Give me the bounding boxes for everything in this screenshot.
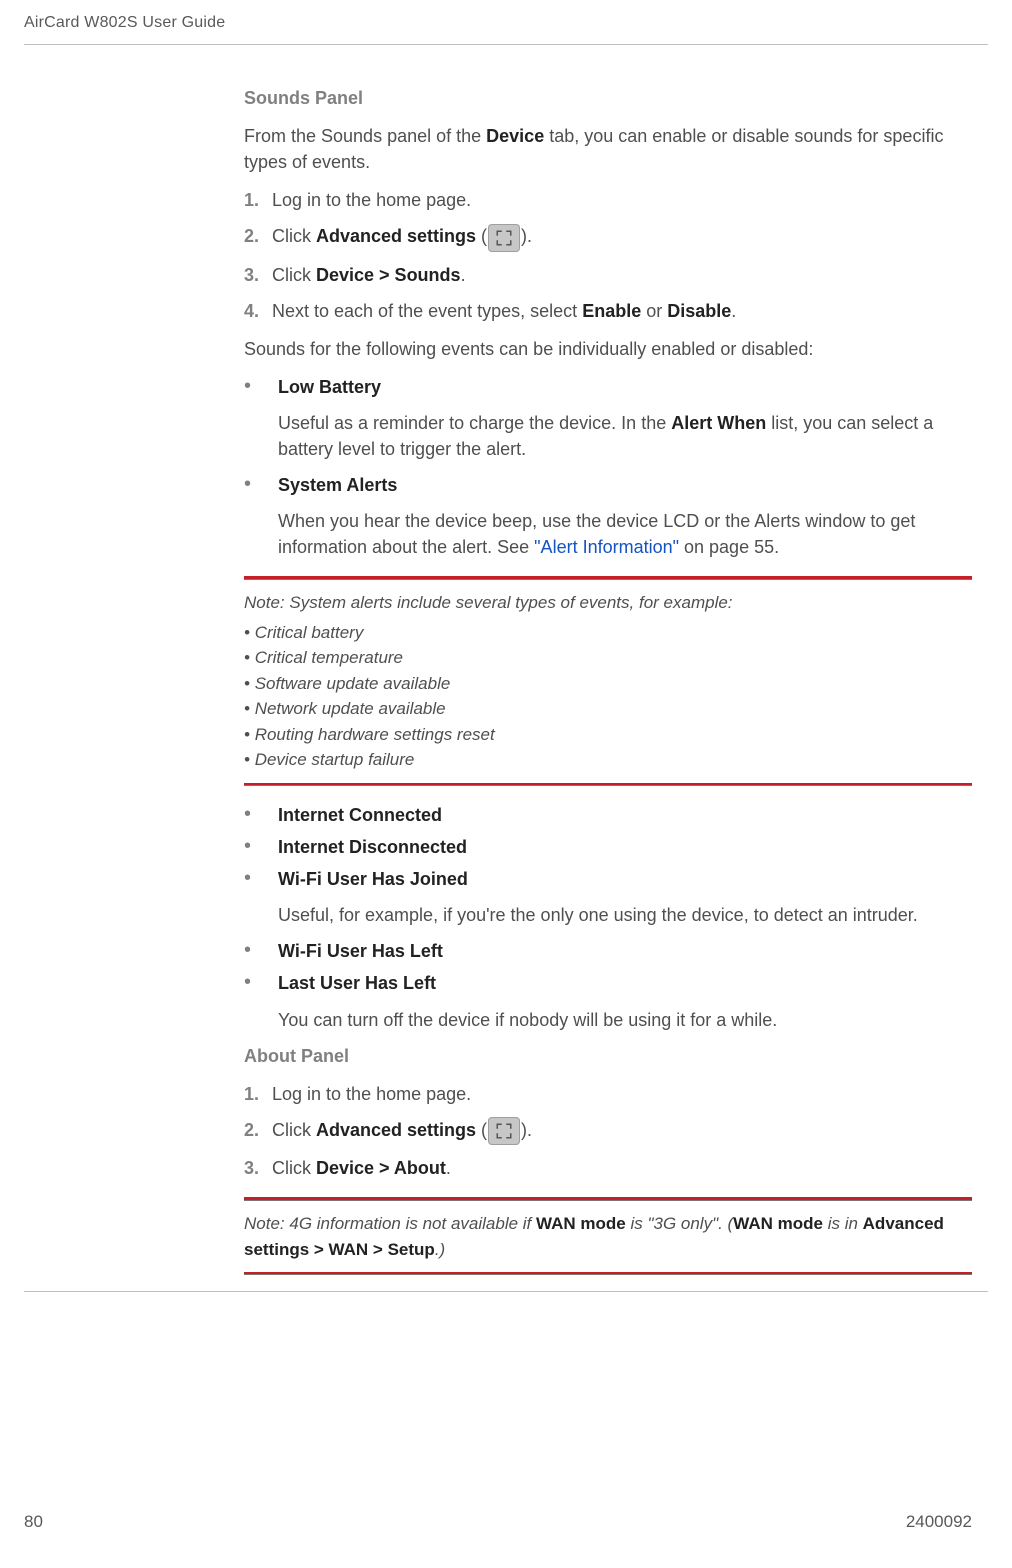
step-text: Log in to the home page.	[272, 187, 972, 213]
text: Next to each of the event types, select	[272, 301, 582, 321]
note-item: Routing hardware settings reset	[244, 722, 972, 748]
sounds-bullets-4: •Wi-Fi User Has Left •Last User Has Left	[244, 938, 972, 996]
expand-icon	[488, 1117, 520, 1145]
note-bottom-rule-sub	[244, 1274, 972, 1275]
bold-disable: Disable	[667, 301, 731, 321]
note-item: Software update available	[244, 671, 972, 697]
text: .	[446, 1158, 451, 1178]
page-number: 80	[24, 1512, 43, 1532]
text: Useful as a reminder to charge the devic…	[278, 413, 671, 433]
note-item: Critical temperature	[244, 645, 972, 671]
bullet-icon: •	[244, 802, 278, 826]
system-alerts-desc: When you hear the device beep, use the d…	[278, 508, 972, 560]
text: .	[461, 265, 466, 285]
note-text: System alerts include several types of e…	[289, 593, 732, 612]
last-user-left-desc: You can turn off the device if nobody wi…	[278, 1007, 972, 1033]
step-number: 2.	[244, 223, 272, 249]
bold-wan-mode: WAN mode	[536, 1214, 626, 1233]
step-text: Log in to the home page.	[272, 1081, 972, 1107]
note-item: Network update available	[244, 696, 972, 722]
step-text: Click Advanced settings ().	[272, 1117, 972, 1145]
step-text: Next to each of the event types, select …	[272, 298, 972, 324]
text: (	[476, 226, 487, 246]
sounds-bullets-2: • System Alerts	[244, 472, 972, 498]
bold-advanced-settings: Advanced settings	[316, 1120, 476, 1140]
bullet-icon: •	[244, 374, 278, 398]
note-item: Critical battery	[244, 620, 972, 646]
sounds-bullets-1: • Low Battery	[244, 374, 972, 400]
step-number: 1.	[244, 187, 272, 213]
running-header: AirCard W802S User Guide	[0, 0, 1012, 44]
low-battery-desc: Useful as a reminder to charge the devic…	[278, 410, 972, 462]
note-top-rule-sub	[244, 579, 972, 580]
bullet-system-alerts: System Alerts	[278, 475, 397, 495]
text: ).	[521, 226, 532, 246]
text: is in	[823, 1214, 863, 1233]
wifi-joined-desc: Useful, for example, if you're the only …	[278, 902, 972, 928]
note-about: Note: 4G information is not available if…	[244, 1211, 972, 1262]
step-text: Click Advanced settings ().	[272, 223, 972, 251]
sounds-heading: Sounds Panel	[244, 85, 972, 111]
bullet-internet-disconnected: Internet Disconnected	[278, 837, 467, 857]
step-number: 1.	[244, 1081, 272, 1107]
step-number: 2.	[244, 1117, 272, 1143]
note-top-rule-sub	[244, 1200, 972, 1201]
text: on page 55.	[679, 537, 779, 557]
bullet-low-battery: Low Battery	[278, 377, 381, 397]
step-number: 4.	[244, 298, 272, 324]
text: .	[731, 301, 736, 321]
footer-rule	[24, 1291, 988, 1292]
text: Click	[272, 265, 316, 285]
bullet-wifi-left: Wi-Fi User Has Left	[278, 941, 443, 961]
text: From the Sounds panel of the	[244, 126, 486, 146]
bold-enable: Enable	[582, 301, 641, 321]
text: Click	[272, 1158, 316, 1178]
bullet-icon: •	[244, 834, 278, 858]
sounds-steps: 1. Log in to the home page. 2. Click Adv…	[244, 187, 972, 324]
bullet-icon: •	[244, 472, 278, 496]
text: or	[641, 301, 667, 321]
bold-device: Device	[486, 126, 544, 146]
text: Click	[272, 226, 316, 246]
step-text: Click Device > About.	[272, 1155, 972, 1181]
note-bullets: Critical battery Critical temperature So…	[244, 620, 972, 773]
note-lead: Note:	[244, 593, 285, 612]
text: ).	[521, 1120, 532, 1140]
about-heading: About Panel	[244, 1043, 972, 1069]
bullet-icon: •	[244, 938, 278, 962]
bold-device-sounds: Device > Sounds	[316, 265, 461, 285]
text: (	[476, 1120, 487, 1140]
step-number: 3.	[244, 1155, 272, 1181]
note-system-alerts: Note: System alerts include several type…	[244, 590, 972, 773]
note-item: Device startup failure	[244, 747, 972, 773]
bold-wan-mode: WAN mode	[733, 1214, 823, 1233]
text: is "3G only". (	[626, 1214, 734, 1233]
sounds-followup: Sounds for the following events can be i…	[244, 336, 972, 362]
text: .)	[435, 1240, 445, 1259]
expand-icon	[488, 224, 520, 252]
bold-advanced-settings: Advanced settings	[316, 226, 476, 246]
text: 4G information is not available if	[289, 1214, 536, 1233]
bold-device-about: Device > About	[316, 1158, 446, 1178]
alert-information-link[interactable]: "Alert Information"	[534, 537, 679, 557]
step-number: 3.	[244, 262, 272, 288]
doc-id: 2400092	[906, 1512, 972, 1532]
bullet-internet-connected: Internet Connected	[278, 805, 442, 825]
text: Click	[272, 1120, 316, 1140]
header-rule	[24, 44, 988, 45]
footer: 80 2400092	[0, 1512, 1012, 1538]
about-steps: 1. Log in to the home page. 2. Click Adv…	[244, 1081, 972, 1181]
sounds-intro: From the Sounds panel of the Device tab,…	[244, 123, 972, 175]
step-text: Click Device > Sounds.	[272, 262, 972, 288]
bold-alert-when: Alert When	[671, 413, 766, 433]
bullet-wifi-joined: Wi-Fi User Has Joined	[278, 869, 468, 889]
bullet-icon: •	[244, 970, 278, 994]
bullet-last-user-left: Last User Has Left	[278, 973, 436, 993]
main-content: Sounds Panel From the Sounds panel of th…	[244, 85, 972, 1275]
note-lead: Note:	[244, 1214, 285, 1233]
note-bottom-rule-sub	[244, 785, 972, 786]
sounds-bullets-3: •Internet Connected •Internet Disconnect…	[244, 802, 972, 892]
bullet-icon: •	[244, 866, 278, 890]
